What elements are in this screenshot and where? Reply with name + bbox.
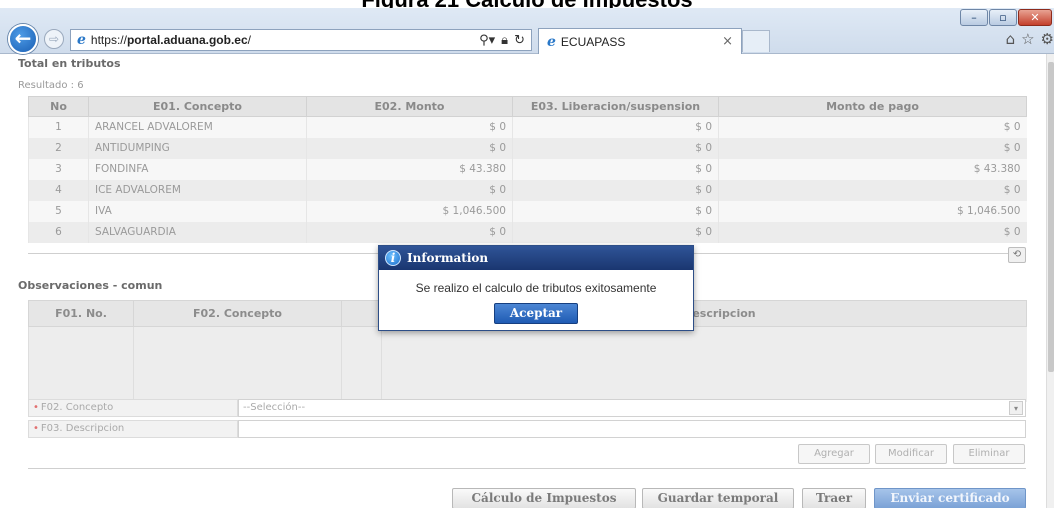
forward-arrow-icon[interactable]: ⇨ — [44, 29, 64, 49]
window-controls: – ▫ ✕ — [960, 9, 1052, 26]
close-window-button[interactable]: ✕ — [1018, 9, 1052, 26]
lock-icon[interactable]: 🔒︎ — [501, 33, 508, 48]
url-path: / — [247, 33, 251, 47]
browser-tab[interactable]: e ECUAPASS × — [538, 28, 742, 54]
url-domain: portal.aduana.gob.ec — [126, 33, 248, 47]
minimize-button[interactable]: – — [960, 9, 988, 26]
search-icon[interactable]: ⚲▾ — [479, 33, 495, 48]
info-icon: i — [385, 250, 401, 266]
dialog-header: i Information — [379, 246, 693, 270]
address-bar[interactable]: e https://portal.aduana.gob.ec/ ⚲▾ 🔒︎ ↻ — [70, 29, 532, 51]
back-arrow-icon[interactable]: ← — [8, 24, 38, 54]
dialog-message: Se realizo el calculo de tributos exitos… — [415, 281, 657, 295]
url-scheme: https:// — [90, 33, 127, 47]
tab-title: ECUAPASS — [560, 34, 626, 49]
dialog-title: Information — [407, 251, 489, 265]
url-text: https://portal.aduana.gob.ec/ — [91, 33, 251, 47]
toolbar-icons: ⌂ ☆ ⚙ — [1006, 30, 1054, 48]
settings-gear-icon[interactable]: ⚙ — [1041, 30, 1054, 48]
tab-close-icon[interactable]: × — [722, 34, 733, 49]
information-dialog: i Information Se realizo el calculo de t… — [378, 245, 694, 331]
favorites-star-icon[interactable]: ☆ — [1021, 30, 1034, 48]
ie-logo-icon: e — [77, 32, 86, 48]
ie-tab-icon: e — [547, 33, 556, 50]
figure-caption: Figura 21 Cálculo de Impuestos — [0, 0, 1054, 8]
address-icons: ⚲▾ 🔒︎ ↻ — [479, 33, 525, 48]
browser-chrome: – ▫ ✕ ← ⇨ e https://portal.aduana.gob.ec… — [0, 8, 1054, 54]
refresh-icon[interactable]: ↻ — [514, 33, 525, 48]
home-icon[interactable]: ⌂ — [1006, 30, 1016, 48]
maximize-button[interactable]: ▫ — [989, 9, 1017, 26]
aceptar-button[interactable]: Aceptar — [494, 303, 578, 324]
new-tab-button[interactable] — [742, 30, 770, 52]
